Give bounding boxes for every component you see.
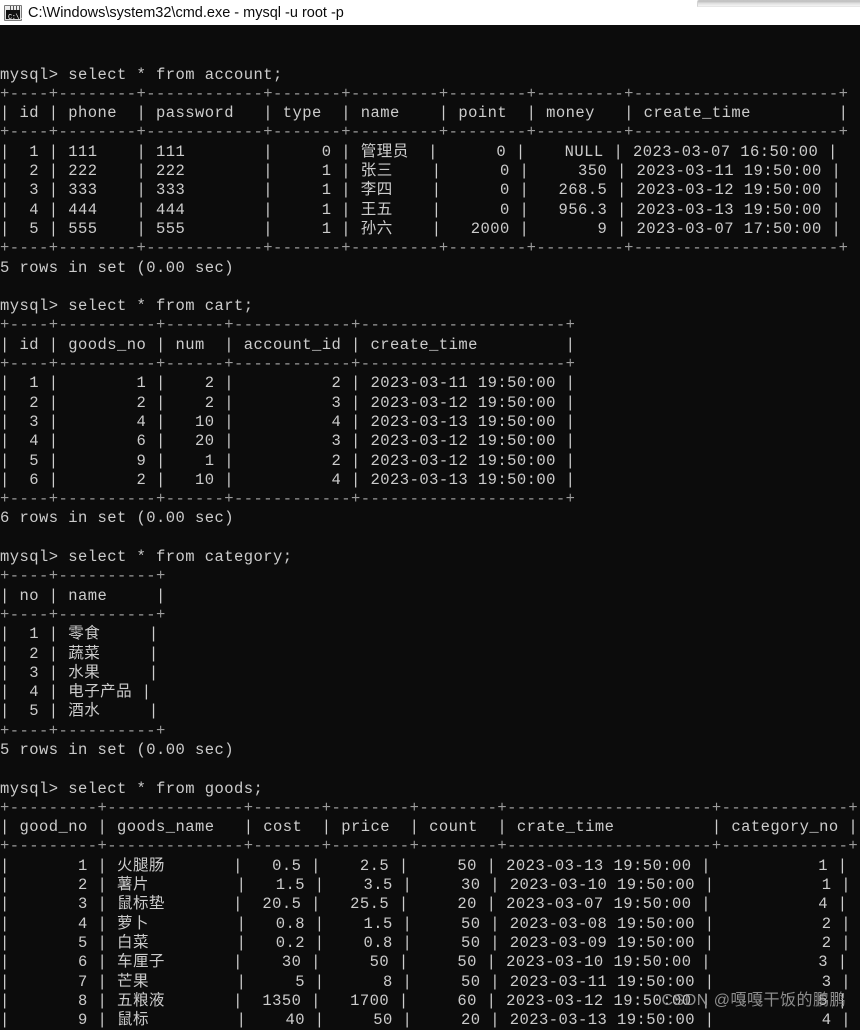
- table-row: | 5 | 白菜 | 0.2 | 0.8 | 50 | 2023-03-09 1…: [0, 933, 852, 952]
- table-separator: +----+----------+: [0, 605, 166, 624]
- command-line: mysql> select * from account;: [0, 65, 283, 84]
- cmd-console-icon[interactable]: C:\.: [4, 4, 23, 22]
- command-line: mysql> select * from cart;: [0, 297, 254, 316]
- table-row: | 1 | 111 | 111 | 0 | 管理员 | 0 | NULL | 2…: [0, 142, 838, 161]
- command-line: mysql> select * from goods;: [0, 779, 264, 798]
- table-separator: +---------+--------------+-------+------…: [0, 798, 859, 817]
- table-separator: +----+----------+------+------------+---…: [0, 490, 576, 509]
- table-row: | 4 | 萝卜 | 0.8 | 1.5 | 50 | 2023-03-08 1…: [0, 914, 852, 933]
- table-row: | 4 | 444 | 444 | 1 | 王五 | 0 | 956.3 | 2…: [0, 200, 842, 219]
- result-line: 5 rows in set (0.00 sec): [0, 740, 235, 759]
- table-separator: +----+--------+------------+-------+----…: [0, 123, 849, 142]
- table-row: | 7 | 芒果 | 5 | 8 | 50 | 2023-03-11 19:50…: [0, 972, 852, 991]
- table-row: | 3 | 水果 |: [0, 663, 159, 682]
- table-row: | 2 | 2 | 2 | 3 | 2023-03-12 19:50:00 |: [0, 393, 576, 412]
- table-row: | 4 | 6 | 20 | 3 | 2023-03-12 19:50:00 |: [0, 432, 576, 451]
- table-separator: +----+--------+------------+-------+----…: [0, 84, 849, 103]
- table-header-row: | good_no | goods_name | cost | price | …: [0, 818, 859, 837]
- table-row: | 3 | 333 | 333 | 1 | 李四 | 0 | 268.5 | 2…: [0, 181, 842, 200]
- table-separator: +----+--------+------------+-------+----…: [0, 239, 849, 258]
- table-separator: +----+----------+------+------------+---…: [0, 316, 576, 335]
- table-row: | 5 | 9 | 1 | 2 | 2023-03-12 19:50:00 |: [0, 451, 576, 470]
- table-separator: +----+----------+: [0, 721, 166, 740]
- result-line: 6 rows in set (0.00 sec): [0, 509, 235, 528]
- table-row: | 2 | 蔬菜 |: [0, 644, 159, 663]
- command-line: mysql> select * from category;: [0, 548, 293, 567]
- table-row: | 3 | 鼠标垫 | 20.5 | 25.5 | 20 | 2023-03-0…: [0, 895, 848, 914]
- result-line: 5 rows in set (0.00 sec): [0, 258, 235, 277]
- window-title-text: C:\Windows\system32\cmd.exe - mysql -u r…: [28, 4, 344, 21]
- terminal-output[interactable]: mysql> select * from account; +----+-----…: [0, 25, 860, 1030]
- table-separator: +----+----------+------+------------+---…: [0, 355, 576, 374]
- csdn-watermark: CSDN @嘎嘎干饭的鹏鹏: [661, 991, 846, 1009]
- table-row: | 2 | 222 | 222 | 1 | 张三 | 0 | 350 | 202…: [0, 162, 842, 181]
- window-controls-strip[interactable]: [697, 0, 860, 7]
- table-row: | 1 | 火腿肠 | 0.5 | 2.5 | 50 | 2023-03-13 …: [0, 856, 848, 875]
- cmd-icon-prompt-glyph: C:\.: [8, 13, 23, 22]
- table-row: | 5 | 555 | 555 | 1 | 孙六 | 2000 | 9 | 20…: [0, 219, 842, 238]
- table-separator: +---------+--------------+-------+------…: [0, 837, 859, 856]
- table-row: | 2 | 薯片 | 1.5 | 3.5 | 30 | 2023-03-10 1…: [0, 876, 852, 895]
- table-row: | 3 | 4 | 10 | 4 | 2023-03-13 19:50:00 |: [0, 412, 576, 431]
- table-header-row: | id | goods_no | num | account_id | cre…: [0, 335, 576, 354]
- table-row: | 1 | 零食 |: [0, 625, 159, 644]
- table-header-row: | id | phone | password | type | name | …: [0, 104, 849, 123]
- table-separator: +----+----------+: [0, 567, 166, 586]
- window-title-bar[interactable]: C:\. C:\Windows\system32\cmd.exe - mysql…: [0, 0, 860, 25]
- cmd-icon-screen: C:\.: [6, 9, 23, 22]
- terminal-lines: mysql> select * from account; +----+-----…: [0, 66, 860, 1030]
- table-row: | 5 | 酒水 |: [0, 702, 159, 721]
- table-header-row: | no | name |: [0, 586, 166, 605]
- table-row: | 6 | 2 | 10 | 4 | 2023-03-13 19:50:00 |: [0, 470, 576, 489]
- table-row: | 6 | 车厘子 | 30 | 50 | 50 | 2023-03-10 19…: [0, 953, 848, 972]
- table-row: | 1 | 1 | 2 | 2 | 2023-03-11 19:50:00 |: [0, 374, 576, 393]
- table-row: | 4 | 电子产品 |: [0, 683, 152, 702]
- table-row: | 9 | 鼠标 | 40 | 50 | 20 | 2023-03-13 19:…: [0, 1011, 852, 1030]
